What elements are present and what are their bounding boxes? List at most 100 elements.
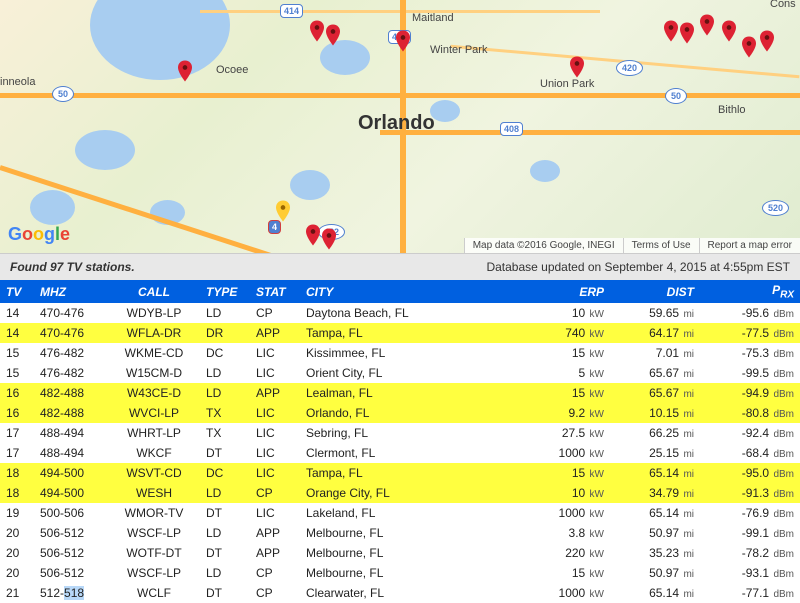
cell-dist: 65.14 mi — [610, 503, 700, 523]
map-marker[interactable] — [310, 20, 324, 42]
cell-prx: -92.4 dBm — [700, 423, 800, 443]
cell-type: LD — [200, 563, 250, 583]
hwy-shield-414: 414 — [280, 4, 303, 18]
cell-type: LD — [200, 523, 250, 543]
cell-city: Melbourne, FL — [300, 543, 520, 563]
cell-erp: 5 kW — [520, 363, 610, 383]
col-tv[interactable]: TV — [0, 280, 34, 303]
table-row[interactable]: 15476-482W15CM-DLDLICOrient City, FL5 kW… — [0, 363, 800, 383]
cell-prx: -77.1 dBm — [700, 583, 800, 603]
table-row[interactable]: 14470-476WFLA-DRDRAPPTampa, FL740 kW64.1… — [0, 323, 800, 343]
hwy-shield-50: 50 — [665, 88, 687, 104]
table-row[interactable]: 20506-512WSCF-LPLDCPMelbourne, FL15 kW50… — [0, 563, 800, 583]
table-row[interactable]: 21512-518WCLFDTCPClearwater, FL1000 kW65… — [0, 583, 800, 603]
cell-city: Orlando, FL — [300, 403, 520, 423]
table-row[interactable]: 15476-482WKME-CDDCLICKissimmee, FL15 kW7… — [0, 343, 800, 363]
cell-type: DT — [200, 503, 250, 523]
cell-dist: 65.14 mi — [610, 463, 700, 483]
lake — [30, 190, 75, 225]
report-error-link[interactable]: Report a map error — [699, 238, 800, 253]
cell-stat: APP — [250, 543, 300, 563]
map-marker[interactable] — [680, 22, 694, 44]
terms-link[interactable]: Terms of Use — [623, 238, 699, 253]
table-row[interactable]: 16482-488W43CE-DLDAPPLealman, FL15 kW65.… — [0, 383, 800, 403]
cell-prx: -78.2 dBm — [700, 543, 800, 563]
cell-type: DT — [200, 543, 250, 563]
road — [0, 165, 533, 254]
col-stat[interactable]: STAT — [250, 280, 300, 303]
cell-stat: CP — [250, 483, 300, 503]
cell-tv: 16 — [0, 383, 34, 403]
cell-dist: 35.23 mi — [610, 543, 700, 563]
cell-prx: -68.4 dBm — [700, 443, 800, 463]
cell-erp: 15 kW — [520, 343, 610, 363]
map-marker[interactable] — [722, 20, 736, 42]
cell-call: WOTF-DT — [108, 543, 200, 563]
cell-dist: 7.01 mi — [610, 343, 700, 363]
col-mhz[interactable]: MHZ — [34, 280, 108, 303]
cell-mhz: 506-512 — [34, 523, 108, 543]
cell-dist: 59.65 mi — [610, 303, 700, 323]
cell-city: Melbourne, FL — [300, 523, 520, 543]
cell-prx: -93.1 dBm — [700, 563, 800, 583]
cell-city: Melbourne, FL — [300, 563, 520, 583]
table-row[interactable]: 17488-494WHRT-LPTXLICSebring, FL27.5 kW6… — [0, 423, 800, 443]
cell-city: Orange City, FL — [300, 483, 520, 503]
city-label-union-park: Union Park — [540, 78, 594, 90]
lake — [75, 130, 135, 170]
table-row[interactable]: 20506-512WSCF-LPLDAPPMelbourne, FL3.8 kW… — [0, 523, 800, 543]
cell-call: WKCF — [108, 443, 200, 463]
map-marker[interactable] — [760, 30, 774, 52]
cell-city: Sebring, FL — [300, 423, 520, 443]
table-row[interactable]: 14470-476WDYB-LPLDCPDaytona Beach, FL10 … — [0, 303, 800, 323]
col-erp[interactable]: ERP — [520, 280, 610, 303]
col-type[interactable]: TYPE — [200, 280, 250, 303]
cell-dist: 50.97 mi — [610, 523, 700, 543]
map-canvas[interactable]: 414 441 50 50 408 420 520 482 4 Orlando … — [0, 0, 800, 254]
cell-prx: -75.3 dBm — [700, 343, 800, 363]
cell-call: WSCF-LP — [108, 563, 200, 583]
map-marker[interactable] — [742, 36, 756, 58]
database-updated: Database updated on September 4, 2015 at… — [486, 260, 790, 274]
table-row[interactable]: 18494-500WESHLDCPOrange City, FL10 kW34.… — [0, 483, 800, 503]
city-label-orlando: Orlando — [358, 112, 435, 135]
col-dist[interactable]: DIST — [610, 280, 700, 303]
cell-mhz: 506-512 — [34, 563, 108, 583]
table-row[interactable]: 18494-500WSVT-CDDCLICTampa, FL15 kW65.14… — [0, 463, 800, 483]
cell-type: DC — [200, 463, 250, 483]
col-city[interactable]: CITY — [300, 280, 520, 303]
cell-dist: 10.15 mi — [610, 403, 700, 423]
map-marker[interactable] — [396, 30, 410, 52]
cell-stat: CP — [250, 303, 300, 323]
map-marker-yellow[interactable] — [276, 200, 290, 222]
cell-call: WKME-CD — [108, 343, 200, 363]
col-call[interactable]: CALL — [108, 280, 200, 303]
cell-city: Tampa, FL — [300, 463, 520, 483]
stations-table: TV MHZ CALL TYPE STAT CITY ERP DIST PRX … — [0, 280, 800, 603]
table-row[interactable]: 16482-488WVCI-LPTXLICOrlando, FL9.2 kW10… — [0, 403, 800, 423]
map-marker[interactable] — [700, 14, 714, 36]
table-row[interactable]: 20506-512WOTF-DTDTAPPMelbourne, FL220 kW… — [0, 543, 800, 563]
map-marker[interactable] — [326, 24, 340, 46]
cell-erp: 1000 kW — [520, 503, 610, 523]
map-marker[interactable] — [570, 56, 584, 78]
cell-call: WESH — [108, 483, 200, 503]
cell-mhz: 488-494 — [34, 443, 108, 463]
map-attribution: Map data ©2016 Google, INEGI — [464, 238, 623, 253]
cell-mhz: 506-512 — [34, 543, 108, 563]
cell-tv: 15 — [0, 363, 34, 383]
col-prx[interactable]: PRX — [700, 280, 800, 303]
table-row[interactable]: 19500-506WMOR-TVDTLICLakeland, FL1000 kW… — [0, 503, 800, 523]
map-marker[interactable] — [178, 60, 192, 82]
hwy-shield-4: 4 — [268, 220, 281, 234]
cell-prx: -80.8 dBm — [700, 403, 800, 423]
map-marker[interactable] — [322, 228, 336, 250]
cell-type: TX — [200, 403, 250, 423]
cell-type: DT — [200, 583, 250, 603]
table-row[interactable]: 17488-494WKCFDTLICClermont, FL1000 kW25.… — [0, 443, 800, 463]
city-label-ocoee: Ocoee — [216, 64, 248, 76]
cell-call: WDYB-LP — [108, 303, 200, 323]
map-marker[interactable] — [306, 224, 320, 246]
map-marker[interactable] — [664, 20, 678, 42]
results-count: Found 97 TV stations. — [10, 260, 135, 274]
